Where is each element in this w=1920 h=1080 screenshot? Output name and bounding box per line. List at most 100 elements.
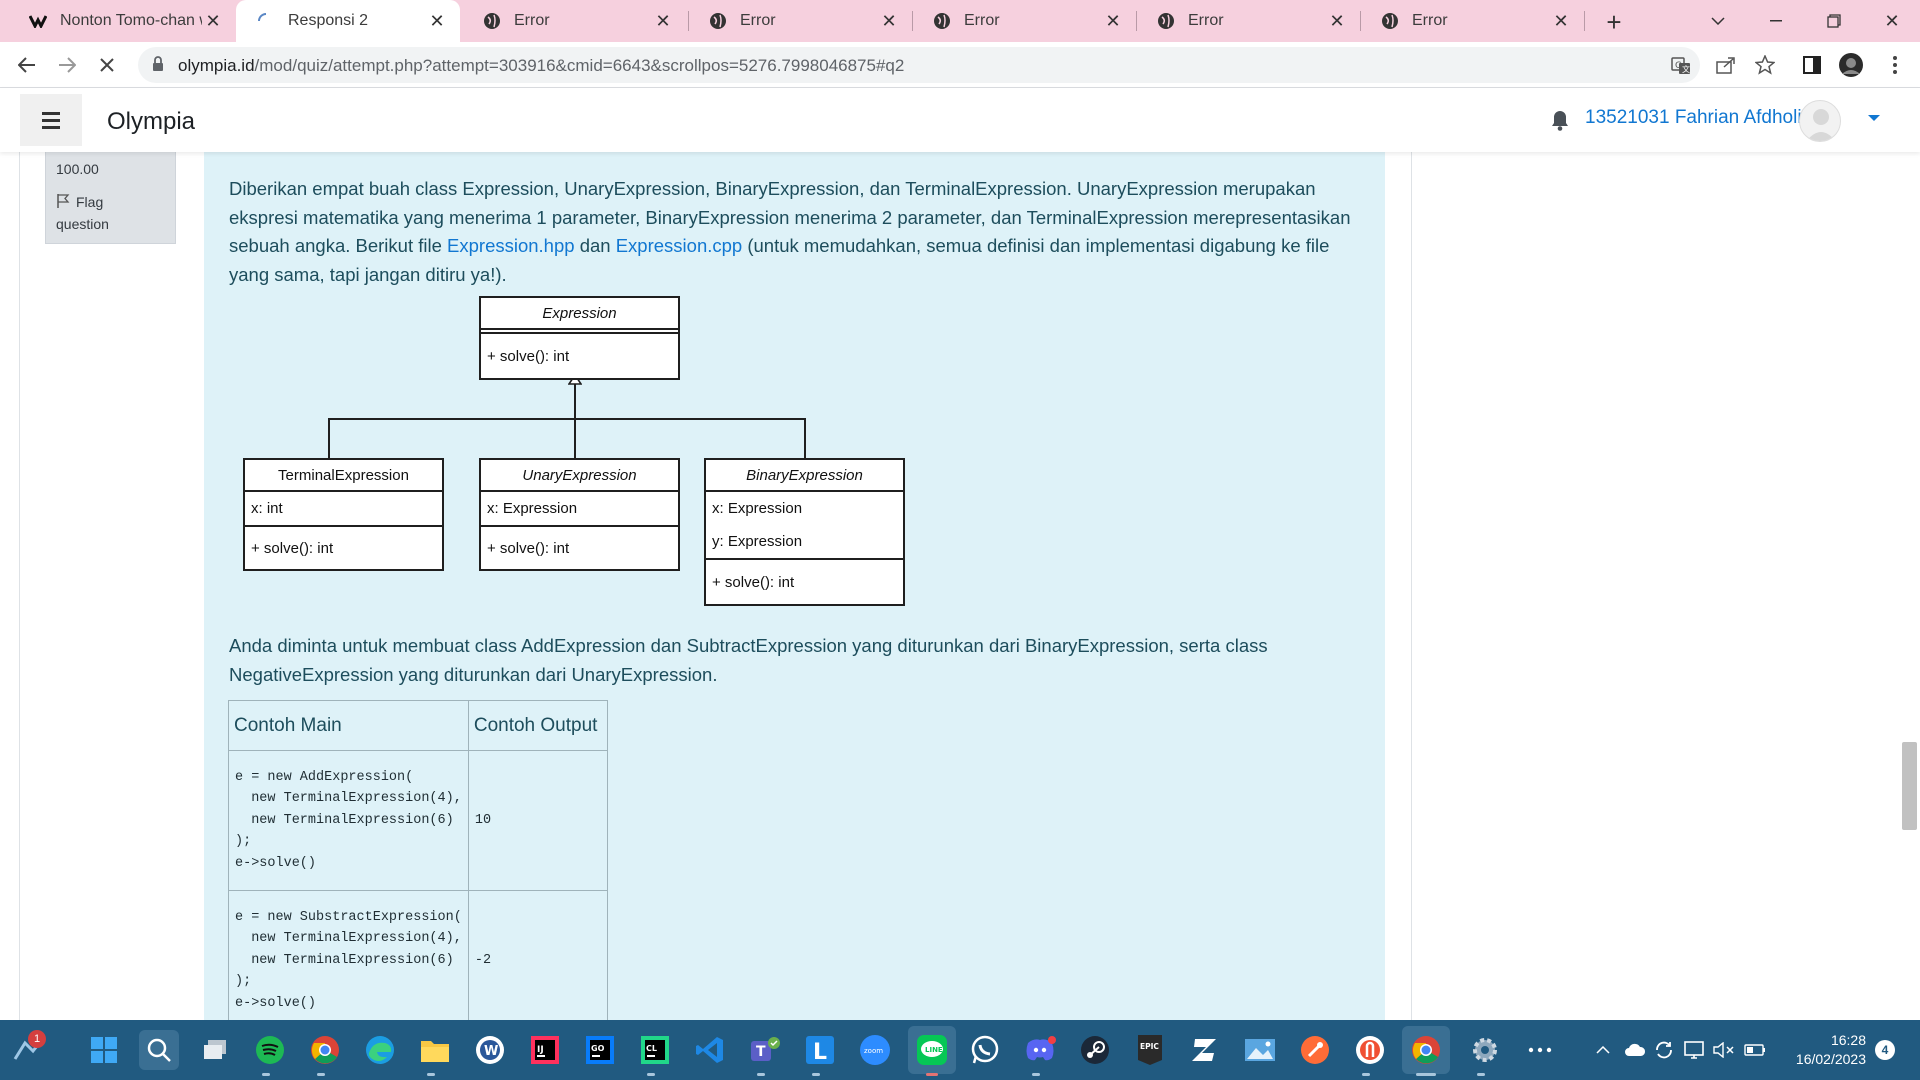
- lock-icon[interactable]: [152, 56, 164, 77]
- settings-icon[interactable]: [1465, 1030, 1505, 1070]
- tab-responsi-2[interactable]: Responsi 2 ✕: [236, 0, 460, 42]
- notification-count-badge[interactable]: 4: [1875, 1040, 1895, 1060]
- close-icon[interactable]: ✕: [652, 10, 674, 32]
- goland-icon[interactable]: GO: [580, 1030, 620, 1070]
- forward-icon[interactable]: [50, 48, 84, 82]
- globe-icon: [708, 11, 728, 31]
- tab-error-5[interactable]: Error ✕: [1360, 0, 1584, 42]
- globe-icon: [482, 11, 502, 31]
- tab-strip: Nonton Tomo-chan w ✕ Responsi 2 ✕ Error …: [0, 0, 1920, 42]
- postman-icon[interactable]: [1295, 1030, 1335, 1070]
- close-icon[interactable]: ✕: [1326, 10, 1348, 32]
- taskbar-clock[interactable]: 16:28 16/02/2023: [1776, 1031, 1866, 1069]
- question-info-box: 100.00 Flag question: [45, 152, 176, 244]
- expression-cpp-link[interactable]: Expression.cpp: [616, 235, 742, 256]
- stop-loading-icon[interactable]: [90, 48, 124, 82]
- svg-text:zoom: zoom: [864, 1047, 883, 1055]
- close-icon[interactable]: ✕: [426, 10, 448, 32]
- user-menu-name[interactable]: 13521031 Fahrian Afdholi: [1585, 107, 1802, 129]
- site-navbar: Olympia 13521031 Fahrian Afdholi: [0, 88, 1920, 152]
- side-panel-icon[interactable]: [1799, 52, 1825, 78]
- battery-icon[interactable]: [1740, 1020, 1770, 1080]
- share-icon[interactable]: [1713, 52, 1739, 78]
- tab-error-1[interactable]: Error ✕: [462, 0, 686, 42]
- clock-time: 16:28: [1830, 1032, 1866, 1048]
- chrome-icon[interactable]: [305, 1030, 345, 1070]
- svg-text:文: 文: [1682, 64, 1690, 74]
- epic-games-icon[interactable]: EPIC: [1130, 1030, 1170, 1070]
- page-body: 100.00 Flag question Diberikan empat bua…: [0, 152, 1920, 1020]
- teams-icon[interactable]: T: [745, 1030, 785, 1070]
- clock-date: 16/02/2023: [1795, 1051, 1866, 1067]
- flag-question-button[interactable]: Flag question: [56, 191, 109, 235]
- close-icon[interactable]: ✕: [878, 10, 900, 32]
- user-avatar[interactable]: [1799, 100, 1841, 142]
- onedrive-cloud-icon[interactable]: [1620, 1020, 1650, 1080]
- browser-toolbar: olympia.id/mod/quiz/attempt.php?attempt=…: [0, 42, 1920, 88]
- git-icon[interactable]: [1350, 1030, 1390, 1070]
- tab-nonton[interactable]: Nonton Tomo-chan w ✕: [8, 0, 236, 42]
- tab-error-4[interactable]: Error ✕: [1136, 0, 1360, 42]
- window-close-icon[interactable]: ✕: [1864, 0, 1920, 42]
- file-explorer-icon[interactable]: [415, 1030, 455, 1070]
- restore-icon[interactable]: [1806, 0, 1862, 42]
- z-app-icon[interactable]: [1185, 1030, 1225, 1070]
- clion-icon[interactable]: CL: [635, 1030, 675, 1070]
- table-row: e = new AddExpression( new TerminalExpre…: [228, 750, 608, 891]
- hamburger-menu-icon[interactable]: [20, 94, 82, 146]
- windows-start-icon[interactable]: [84, 1030, 124, 1070]
- zoom-icon[interactable]: zoom: [855, 1030, 895, 1070]
- scrollbar-thumb[interactable]: [1902, 742, 1917, 830]
- intellij-icon[interactable]: IJ: [525, 1030, 565, 1070]
- site-name[interactable]: Olympia: [107, 108, 195, 136]
- question-text-panel: Diberikan empat buah class Expression, U…: [204, 152, 1385, 1020]
- profile-avatar-icon[interactable]: [1838, 52, 1864, 78]
- close-icon[interactable]: ✕: [202, 10, 224, 32]
- image-viewer-icon[interactable]: [1240, 1030, 1280, 1070]
- new-tab-button[interactable]: +: [1597, 5, 1631, 39]
- line-chat-icon[interactable]: LINE: [908, 1026, 956, 1074]
- edge-icon[interactable]: [360, 1030, 400, 1070]
- chevron-down-icon[interactable]: [1868, 115, 1880, 121]
- chrome-menu-icon[interactable]: [1882, 52, 1908, 78]
- spotify-icon[interactable]: [250, 1030, 290, 1070]
- vscode-icon[interactable]: [690, 1030, 730, 1070]
- expression-hpp-link[interactable]: Expression.hpp: [447, 235, 575, 256]
- tab-search-icon[interactable]: [1690, 0, 1746, 42]
- chrome-active-icon[interactable]: [1402, 1026, 1450, 1074]
- example-table: Contoh Main Contoh Output e = new AddExp…: [228, 700, 608, 1020]
- search-icon[interactable]: [139, 1030, 179, 1070]
- discord-icon[interactable]: [1020, 1030, 1060, 1070]
- sync-icon[interactable]: [1650, 1020, 1678, 1080]
- example-code: e = new AddExpression( new TerminalExpre…: [228, 750, 469, 891]
- display-network-icon[interactable]: [1680, 1020, 1710, 1080]
- minimize-icon[interactable]: [1748, 0, 1804, 42]
- notification-bell-icon[interactable]: [1550, 109, 1570, 136]
- whatsapp-icon[interactable]: [965, 1030, 1005, 1070]
- task-view-icon[interactable]: [195, 1030, 235, 1070]
- globe-icon: [1156, 11, 1176, 31]
- tab-error-2[interactable]: Error ✕: [688, 0, 912, 42]
- back-icon[interactable]: [10, 48, 44, 82]
- close-icon[interactable]: ✕: [1102, 10, 1124, 32]
- word-icon[interactable]: W: [470, 1030, 510, 1070]
- tray-chevron-up-icon[interactable]: [1590, 1020, 1616, 1080]
- example-code: e = new SubstractExpression( new Termina…: [228, 890, 469, 1020]
- steam-icon[interactable]: [1075, 1030, 1115, 1070]
- address-bar[interactable]: olympia.id/mod/quiz/attempt.php?attempt=…: [138, 47, 1700, 83]
- tab-title: Error: [964, 12, 1000, 29]
- bookmark-star-icon[interactable]: [1752, 52, 1778, 78]
- line-l-icon[interactable]: L: [800, 1030, 840, 1070]
- uml-class-terminal-expression: TerminalExpression x: int + solve(): int: [243, 458, 444, 571]
- volume-muted-icon[interactable]: [1710, 1020, 1738, 1080]
- page-scrollbar[interactable]: [1898, 88, 1920, 1020]
- uml-class-binary-expression: BinaryExpression x: Expression y: Express…: [704, 458, 905, 606]
- close-icon[interactable]: ✕: [1550, 10, 1572, 32]
- table-header-main: Contoh Main: [228, 700, 469, 751]
- tab-error-3[interactable]: Error ✕: [912, 0, 1136, 42]
- uml-class-expression: Expression + solve(): int: [479, 296, 680, 380]
- translate-icon[interactable]: G文: [1670, 55, 1692, 77]
- svg-text:LINE: LINE: [925, 1046, 943, 1054]
- url-text: olympia.id/mod/quiz/attempt.php?attempt=…: [178, 56, 905, 75]
- more-apps-icon[interactable]: [1520, 1030, 1560, 1070]
